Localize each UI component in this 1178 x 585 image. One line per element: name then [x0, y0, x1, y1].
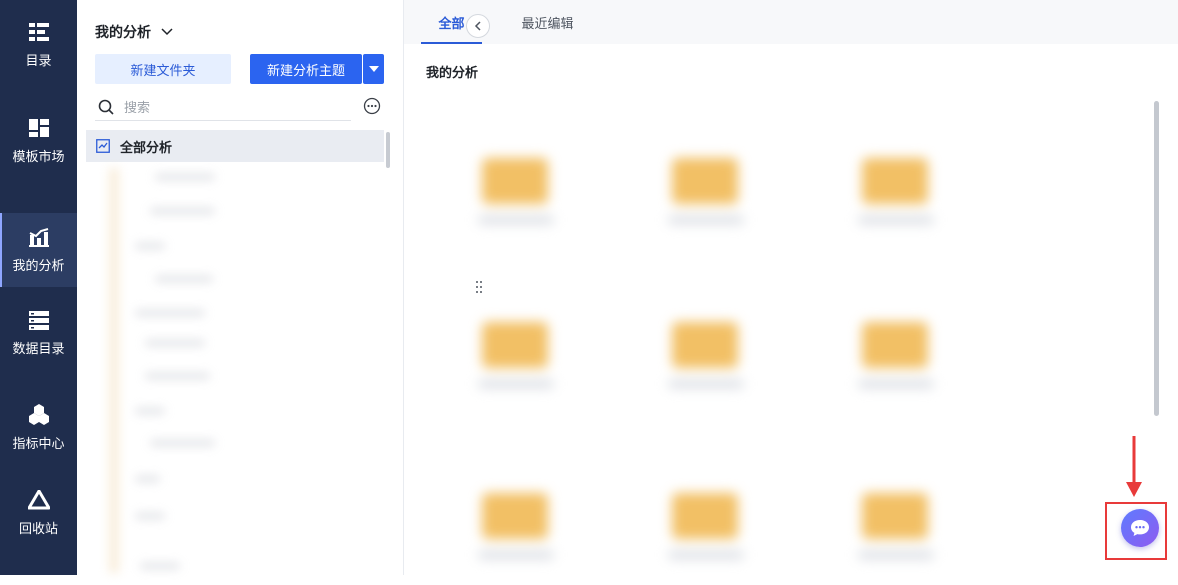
nav-item-catalog[interactable]: 目录 [0, 8, 77, 82]
caret-down-icon [368, 66, 379, 72]
my-analysis-icon [28, 227, 49, 247]
tree-item-label: 全部分析 [120, 139, 173, 155]
chat-bubble-icon [1131, 520, 1149, 536]
folder-card[interactable] [470, 304, 580, 414]
folder-card[interactable] [850, 475, 960, 585]
nav-item-template-market[interactable]: 模板市场 [0, 104, 77, 178]
folder-card[interactable] [850, 140, 960, 250]
nav-item-label: 目录 [25, 52, 52, 68]
main-content: 全部 最近编辑 我的分析 [404, 0, 1178, 575]
tab-bar: 全部 最近编辑 [404, 0, 1178, 44]
nav-item-my-analysis[interactable]: 我的分析 [0, 213, 77, 287]
folder-card[interactable] [660, 304, 770, 414]
nav-item-label: 回收站 [18, 520, 58, 536]
catalog-icon [28, 22, 49, 41]
blurred-tree-content [95, 168, 245, 573]
folder-card[interactable] [470, 140, 580, 250]
folder-card[interactable] [470, 475, 580, 585]
new-analysis-topic-button[interactable]: 新建分析主题 [250, 54, 362, 84]
data-catalog-icon [28, 310, 49, 330]
search-input[interactable] [122, 98, 346, 116]
nav-item-label: 指标中心 [12, 435, 65, 451]
nav-item-recycle-bin[interactable]: 回收站 [0, 476, 77, 550]
main-scrollbar[interactable] [1154, 101, 1159, 416]
folder-card[interactable] [850, 304, 960, 414]
tree-item-all-analysis[interactable]: 全部分析 [86, 130, 384, 162]
section-title: 我的分析 [426, 65, 479, 80]
metrics-center-icon [28, 403, 49, 425]
panel-scrollbar[interactable] [386, 132, 390, 168]
new-folder-button[interactable]: 新建文件夹 [95, 54, 231, 84]
folder-card[interactable] [660, 475, 770, 585]
analysis-panel: 我的分析 新建文件夹 新建分析主题 全部分析 [77, 0, 490, 575]
nav-item-data-catalog[interactable]: 数据目录 [0, 296, 77, 370]
nav-item-label: 数据目录 [12, 340, 65, 356]
nav-item-label: 我的分析 [12, 257, 65, 273]
tab-recent-edits[interactable]: 最近编辑 [510, 0, 585, 44]
panel-title[interactable]: 我的分析 [95, 22, 173, 42]
resize-handle-icon[interactable] [475, 280, 483, 294]
left-nav: 目录 模板市场 我的分析 数据目录 指标中心 回收站 [0, 0, 77, 575]
ai-assistant-button[interactable] [1121, 509, 1159, 547]
more-options-icon[interactable] [363, 97, 381, 115]
search-icon [98, 99, 114, 115]
template-market-icon [28, 118, 49, 137]
chevron-down-icon [161, 28, 173, 36]
analysis-chart-icon [96, 139, 110, 153]
annotation-arrow-icon [1126, 436, 1142, 497]
search-box [95, 94, 351, 121]
chevron-left-icon [474, 21, 481, 31]
recycle-bin-icon [27, 489, 50, 509]
new-topic-dropdown-button[interactable] [363, 54, 384, 84]
panel-title-text: 我的分析 [95, 24, 151, 40]
nav-item-label: 模板市场 [12, 148, 65, 164]
collapse-panel-button[interactable] [466, 14, 490, 38]
nav-item-metrics-center[interactable]: 指标中心 [0, 390, 77, 464]
folder-card[interactable] [660, 140, 770, 250]
